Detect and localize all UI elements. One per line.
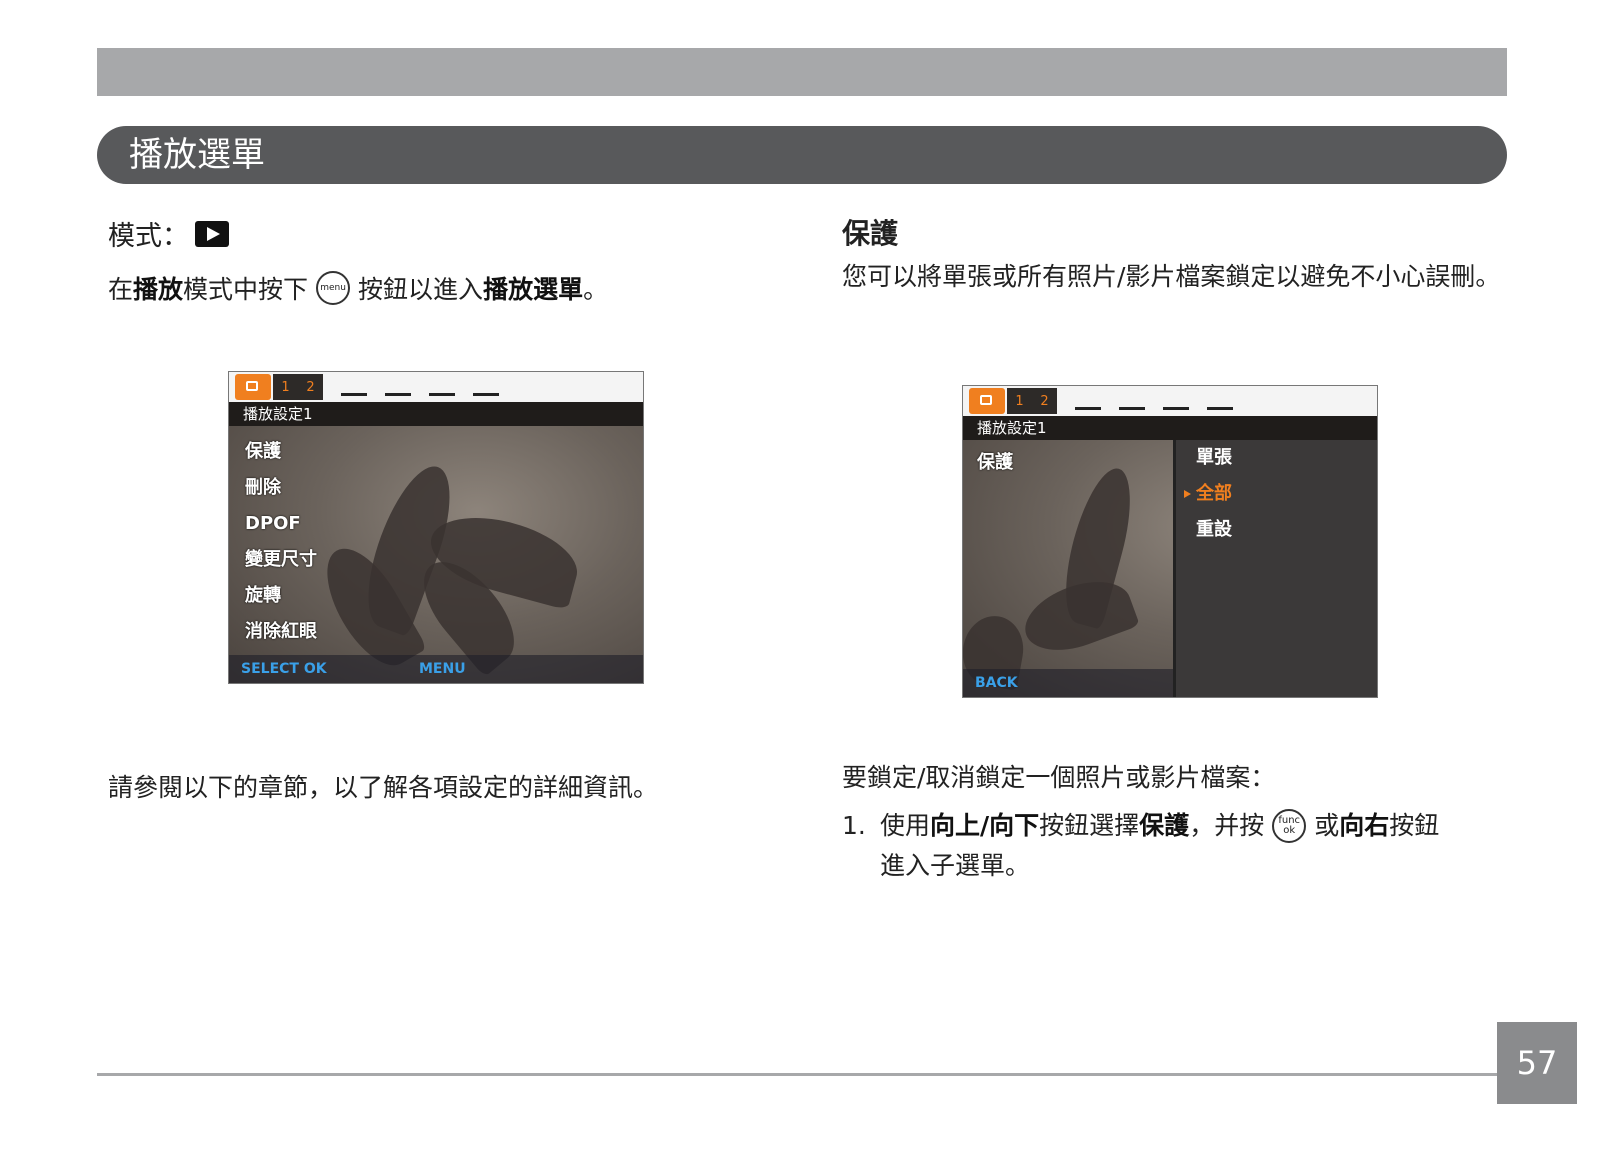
tab-page-numbers: 1 2: [1007, 388, 1057, 414]
step-part: 或: [1314, 811, 1340, 840]
protect-description: 您可以將單張或所有照片/影片檔案鎖定以避免不小心誤刪。: [842, 262, 1501, 291]
intro-bold-playback-menu: 播放選單: [483, 275, 584, 304]
menu-item-protect: 保護: [245, 441, 281, 462]
submenu-item-all: 全部: [1176, 476, 1377, 512]
playback-tab-icon: [235, 374, 271, 400]
footer-menu-back: MENU: [419, 661, 466, 677]
step-1: 1. 使用 向上/向下 按鈕選擇 保護 ，并按 func ok 或 向右 按鈕 …: [842, 806, 1522, 886]
protect-heading: 保護: [842, 217, 899, 250]
card-icon: [429, 379, 455, 396]
intro-part: 在: [108, 275, 134, 304]
lock-text: 要鎖定/取消鎖定一個照片或影片檔案：: [842, 763, 1276, 792]
footer-select-ok: SELECT OK: [241, 661, 327, 677]
intro-text: 在 播放 模式中按下 menu 按鈕以進入 播放選單 。: [108, 270, 608, 306]
camera-tab-strip: 1 2: [229, 372, 643, 402]
step-bold-right: 向右: [1339, 811, 1390, 840]
menu-item-red-eye: 消除紅眼: [245, 621, 317, 642]
menu-item-dpof: DPOF: [245, 513, 301, 534]
card-icon: [1163, 393, 1189, 410]
mode-line: 模式：: [108, 214, 229, 253]
menu-item-protect: 保護: [977, 452, 1013, 473]
intro-part: 按鈕以進入: [358, 275, 484, 304]
camera-footer: SELECT OK MENU: [229, 655, 643, 683]
camera-screen-protect: 1 2 播放設定1 保護 單張 全部 重設 BACK: [962, 385, 1378, 698]
step-number: 1.: [842, 811, 866, 840]
bottom-rule: [97, 1073, 1497, 1076]
playback-tab-icon: [969, 388, 1005, 414]
step-bold-updown: 向上/向下: [930, 811, 1040, 840]
func-ok-button-icon: func ok: [1272, 809, 1307, 843]
step-part: ，并按: [1189, 811, 1265, 840]
camera-footer-back: BACK: [963, 669, 1173, 697]
section-title: 播放選單: [97, 126, 1507, 184]
camera-menu-title: 播放設定1: [963, 416, 1377, 440]
step-bold-protect: 保護: [1139, 811, 1190, 840]
page-number: 57: [1497, 1022, 1577, 1104]
display-icon: [473, 379, 499, 396]
camera-menu-list: 保護 刪除 DPOF 變更尺寸 旋轉 消除紅眼: [245, 434, 317, 650]
curve-icon: [385, 379, 411, 396]
step-part: 使用: [880, 811, 931, 840]
playback-mode-icon: [195, 220, 229, 247]
ok-label: ok: [1283, 825, 1296, 836]
camera-tab-strip: 1 2: [963, 386, 1377, 416]
intro-part: 。: [583, 275, 609, 304]
tab-page-numbers: 1 2: [273, 374, 323, 400]
intro-part: 模式中按下: [183, 275, 309, 304]
wrench-icon: [1075, 393, 1101, 410]
top-gray-bar: [97, 48, 1507, 96]
submenu-item-single: 單張: [1196, 447, 1232, 468]
menu-item-resize: 變更尺寸: [245, 549, 317, 570]
tab-number: 1: [281, 379, 290, 395]
step-part: 按鈕選擇: [1039, 811, 1140, 840]
camera-menu-title: 播放設定1: [229, 402, 643, 426]
protect-submenu: 單張 全部 重設: [1173, 440, 1377, 697]
step-continuation: 進入子選單。: [880, 851, 1031, 880]
step-part: 按鈕: [1389, 811, 1440, 840]
mode-label: 模式：: [108, 221, 189, 252]
submenu-item-reset: 重設: [1196, 519, 1232, 540]
menu-item-delete: 刪除: [245, 477, 281, 498]
tab-number: 2: [1040, 393, 1049, 409]
tab-number: 1: [1015, 393, 1024, 409]
menu-button-icon: menu: [316, 271, 351, 305]
intro-bold-playback: 播放: [133, 275, 184, 304]
refer-text: 請參閱以下的章節，以了解各項設定的詳細資訊。: [108, 773, 659, 802]
camera-screen-playback-menu: 1 2 播放設定1 保護 刪除 DPOF 變更尺寸 旋轉 消除紅眼 SELECT…: [228, 371, 644, 684]
tab-number: 2: [306, 379, 315, 395]
menu-item-rotate: 旋轉: [245, 585, 281, 606]
wrench-icon: [341, 379, 367, 396]
display-icon: [1207, 393, 1233, 410]
curve-icon: [1119, 393, 1145, 410]
